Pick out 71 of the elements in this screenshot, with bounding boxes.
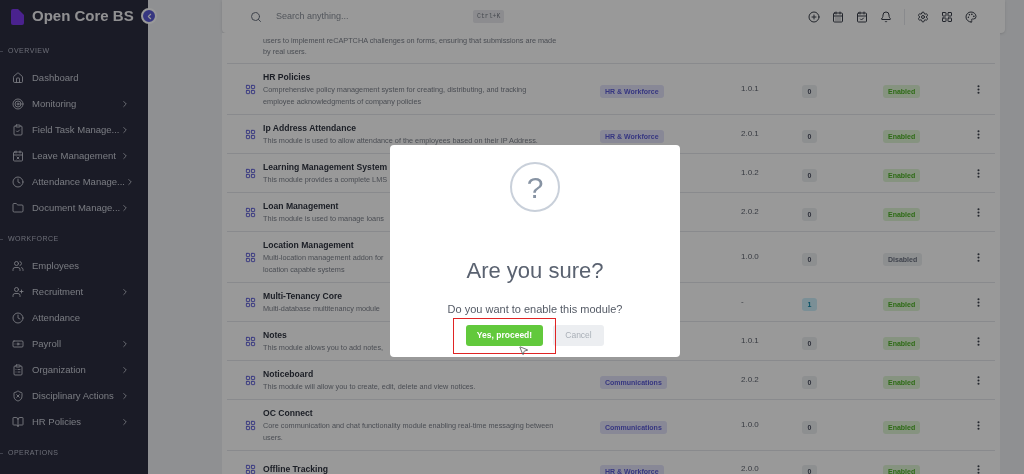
sidebar-item[interactable]: Attendance [0, 305, 148, 331]
module-icon [244, 167, 256, 179]
version-text: 1.0.1 [741, 83, 760, 95]
search-field[interactable]: Search anything... [276, 9, 466, 24]
module-icon [244, 128, 256, 140]
add-icon[interactable] [808, 10, 820, 23]
module-icon [244, 206, 256, 218]
sidebar-item[interactable]: Attendance Manage... [0, 169, 148, 195]
folder-icon [12, 202, 24, 214]
dialog-title: Are you sure? [466, 257, 604, 285]
apps-icon[interactable] [941, 10, 953, 23]
book-icon [12, 416, 24, 428]
version-text: 2.0.1 [741, 128, 760, 140]
brand-title: Open Core BS [32, 6, 134, 27]
module-name: Noticeboard [263, 368, 314, 381]
module-name: Learning Management System [263, 161, 388, 174]
sidebar-item[interactable]: Payroll [0, 331, 148, 357]
module-name: OC Connect [263, 407, 313, 420]
users-icon [12, 260, 24, 272]
calendar-x-icon [12, 150, 24, 162]
sidebar-item[interactable]: Organization [0, 357, 148, 383]
sidebar-item[interactable]: Document Manage... [0, 195, 148, 221]
question-icon: ? [510, 162, 560, 212]
sidebar-item[interactable]: Monitoring [0, 91, 148, 117]
sidebar-item[interactable]: Employees [0, 253, 148, 279]
collapse-button[interactable] [141, 8, 157, 24]
search-icon [250, 10, 262, 23]
sidebar-item[interactable]: Leave Management [0, 143, 148, 169]
sidebar-item[interactable]: HR Policies [0, 409, 148, 435]
version-text: 2.0.2 [741, 374, 760, 386]
module-icon [244, 335, 256, 347]
module-name: Loan Management [263, 200, 339, 213]
version-text: 1.0.1 [741, 335, 760, 347]
sidebar-item[interactable]: Recruitment [0, 279, 148, 305]
clock-icon [12, 312, 24, 324]
clipboard-check-icon [12, 124, 24, 136]
version-text: 1.0.2 [741, 167, 760, 179]
module-name: Ip Address Attendance [263, 122, 356, 135]
module-icon [244, 463, 256, 474]
version-text: 2.0.0 [741, 463, 760, 474]
version-text: - [741, 296, 745, 308]
module-name: Multi-Tenancy Core [263, 290, 343, 303]
module-icon [244, 419, 256, 431]
logo-icon [11, 8, 24, 25]
version-text: 1.0.0 [741, 251, 760, 263]
version-text: 1.0.0 [741, 419, 760, 431]
module-name: Location Management [263, 239, 354, 252]
list-icon [12, 364, 24, 376]
module-icon [244, 296, 256, 308]
target-icon [12, 98, 24, 110]
shield-x-icon [12, 390, 24, 402]
module-icon [244, 374, 256, 386]
module-name: Offline Tracking [263, 463, 328, 474]
notifications-icon[interactable] [880, 10, 892, 23]
banknote-icon [12, 338, 24, 350]
calendar-check-icon[interactable] [856, 10, 868, 23]
settings-icon[interactable] [917, 10, 929, 23]
module-icon [244, 83, 256, 95]
module-name: Notes [263, 329, 287, 342]
clock-icon [12, 176, 24, 188]
sidebar-item[interactable]: Disciplinary Actions [0, 383, 148, 409]
sidebar-item[interactable]: Field Task Manage... [0, 117, 148, 143]
dialog-message: Do you want to enable this module? [447, 302, 623, 317]
version-text: 2.0.2 [741, 206, 760, 218]
user-plus-icon [12, 286, 24, 298]
module-name: HR Policies [263, 71, 311, 84]
module-icon [244, 251, 256, 263]
home-icon [12, 72, 24, 84]
sidebar-item[interactable]: Dashboard [0, 65, 148, 91]
palette-icon[interactable] [965, 10, 977, 23]
calendar-icon[interactable] [832, 10, 844, 23]
